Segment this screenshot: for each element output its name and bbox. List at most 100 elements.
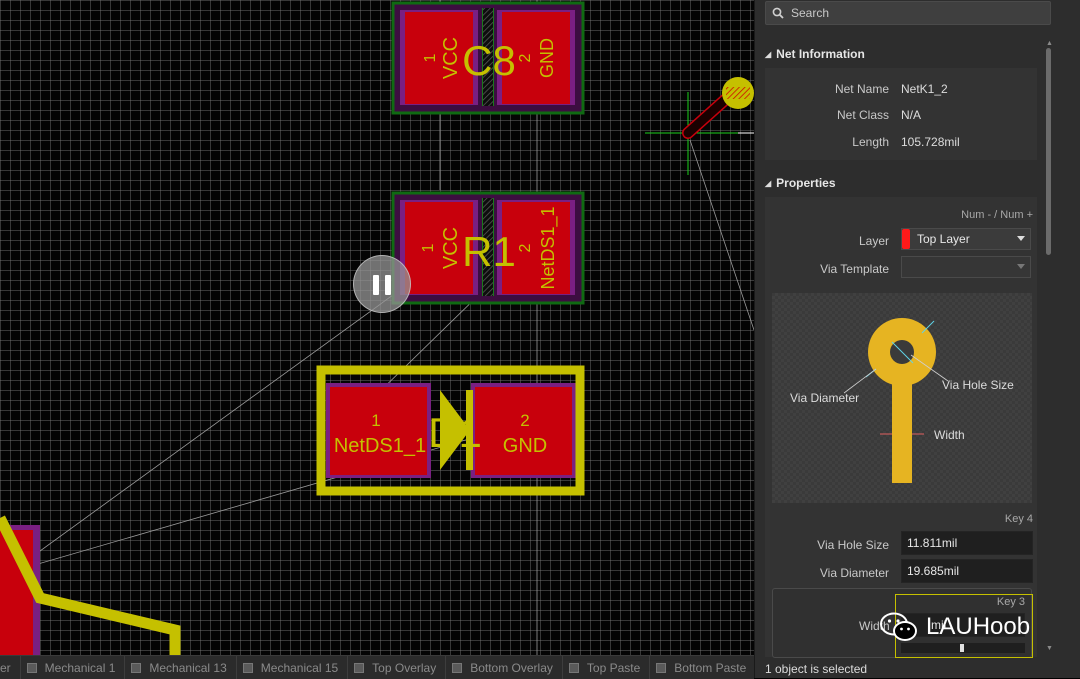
properties-body: Num - / Num + Layer Top Layer Via Templa…	[765, 197, 1037, 658]
designator-r1: R1	[462, 228, 516, 275]
layer-tab-label: Mechanical 13	[149, 660, 227, 675]
status-text: 1 object is selected	[765, 662, 868, 676]
layer-tab-top-paste[interactable]: Top Paste	[563, 656, 651, 679]
via-hole-size-value: 11.811mil	[907, 536, 958, 550]
via-template-dropdown[interactable]	[901, 256, 1031, 278]
via-template-label: Via Template	[820, 262, 889, 276]
layer-color-swatch	[452, 662, 463, 673]
layer-tabs: er Mechanical 1 Mechanical 13 Mechanical…	[0, 655, 754, 679]
key4-hint: Key 4	[1004, 513, 1033, 525]
scroll-up-icon[interactable]: ▲	[1046, 40, 1053, 47]
pause-icon	[385, 275, 391, 295]
layer-tab[interactable]: er	[0, 656, 21, 679]
component-ds1: D1 1 NetDS1_1 2 GND	[316, 365, 585, 496]
component-c8: C8 1 VCC 2 GND	[391, 1, 585, 115]
layer-tab-mechanical-15[interactable]: Mechanical 15	[237, 656, 349, 679]
layer-tab-bottom-paste[interactable]: Bottom Paste	[650, 656, 754, 679]
section-title: Net Information	[776, 47, 865, 61]
net-information-body: Net Name NetK1_2 Net Class N/A Length 10…	[765, 68, 1037, 160]
layer-label: Layer	[858, 234, 889, 248]
layer-color-swatch	[26, 662, 37, 673]
via-hole-size-label: Via Hole Size	[817, 538, 889, 552]
ratsnest-line	[689, 139, 754, 331]
layer-tab-mechanical-13[interactable]: Mechanical 13	[125, 656, 237, 679]
panel-scrollbar[interactable]: ▲ ▼	[1045, 40, 1053, 655]
layer-value: Top Layer	[917, 232, 970, 246]
pin-num: 2	[517, 243, 534, 252]
length-value: 105.728mil	[901, 135, 960, 149]
pin-num: 2	[517, 53, 534, 62]
key3-hint: Key 3	[996, 596, 1025, 608]
properties-header[interactable]: ◢ Properties	[765, 176, 836, 190]
via-hole-size-input[interactable]: 11.811mil	[901, 531, 1033, 555]
pin-net: VCC	[440, 227, 462, 269]
search-placeholder: Search	[791, 6, 830, 20]
pin-num: 1	[420, 243, 437, 252]
layer-color-swatch	[131, 662, 142, 673]
pin-net: NetDS1_1	[538, 206, 559, 289]
scroll-down-icon[interactable]: ▼	[1046, 645, 1053, 652]
watermark-text: LAUHoob	[926, 613, 1031, 640]
pause-icon	[373, 275, 379, 295]
layer-tab-label: Top Overlay	[372, 660, 437, 675]
pad-ds1-2	[475, 387, 572, 475]
properties-panel: Search ◢ Net Information Net Name NetK1_…	[754, 0, 1080, 678]
wechat-icon	[880, 612, 917, 641]
pause-button[interactable]	[353, 255, 411, 313]
net-information-header[interactable]: ◢ Net Information	[765, 47, 865, 61]
pin-net: NetDS1_1	[334, 435, 426, 457]
pcb-drawing: C8 1 VCC 2 GND R1 1 VCC 2 NetDS1_1 D1 1 …	[0, 0, 754, 655]
designator-ds1: D1	[428, 409, 482, 456]
layer-tab-bottom-overlay[interactable]: Bottom Overlay	[446, 656, 563, 679]
slider-handle[interactable]	[960, 644, 964, 652]
layer-color-swatch	[568, 662, 579, 673]
layer-tab-label: Mechanical 1	[44, 660, 116, 675]
pcb-canvas[interactable]: C8 1 VCC 2 GND R1 1 VCC 2 NetDS1_1 D1 1 …	[0, 0, 754, 655]
num-hint: Num - / Num +	[961, 209, 1033, 221]
via-diameter-value: 19.685mil	[907, 564, 960, 578]
layer-tab-label: Top Paste	[586, 660, 641, 675]
layer-tab-top-overlay[interactable]: Top Overlay	[348, 656, 447, 679]
collapse-triangle-icon: ◢	[765, 178, 772, 188]
net-class-label: Net Class	[836, 108, 889, 122]
via-hole-caption: Via Hole Size	[942, 378, 1014, 392]
net-name-label: Net Name	[834, 82, 889, 96]
via-diagram: Via Diameter Via Hole Size Width	[772, 293, 1032, 503]
layer-tab-label: Mechanical 15	[260, 660, 339, 675]
layer-tab-label: Bottom Overlay	[470, 660, 553, 675]
layer-dropdown[interactable]: Top Layer	[901, 228, 1031, 250]
selected-via	[645, 77, 754, 175]
search-icon	[772, 7, 784, 19]
chevron-down-icon	[1017, 236, 1025, 241]
layer-tab-mechanical-1[interactable]: Mechanical 1	[21, 656, 126, 679]
via-diameter-label: Via Diameter	[819, 566, 889, 580]
net-class-value: N/A	[901, 108, 922, 122]
layer-tab-label: er	[0, 660, 11, 675]
pin-num: 1	[371, 411, 380, 430]
width-caption: Width	[934, 428, 965, 442]
layer-tab-label: Bottom Paste	[674, 660, 747, 675]
scroll-thumb[interactable]	[1046, 48, 1051, 255]
component-r1: R1 1 VCC 2 NetDS1_1	[391, 191, 585, 305]
width-slider[interactable]	[901, 643, 1025, 653]
layer-color-swatch	[354, 662, 365, 673]
layer-color-swatch	[242, 662, 253, 673]
net-name-value: NetK1_2	[901, 82, 948, 96]
via-diameter-input[interactable]: 19.685mil	[901, 559, 1033, 583]
designator-c8: C8	[462, 37, 516, 84]
pin-num: 2	[520, 411, 529, 430]
pin-net: GND	[537, 38, 557, 78]
pad-ds1-1	[330, 387, 427, 475]
section-title: Properties	[776, 176, 836, 190]
via-diagram-graphic: Via Diameter Via Hole Size Width	[790, 318, 1014, 483]
layer-color-swatch	[902, 229, 910, 249]
pin-net: GND	[503, 435, 547, 457]
search-input[interactable]: Search	[765, 1, 1051, 25]
collapse-triangle-icon: ◢	[765, 49, 772, 59]
layer-color-swatch	[656, 662, 667, 673]
length-label: Length	[852, 135, 889, 149]
component-partial	[0, 515, 181, 655]
chevron-down-icon	[1017, 264, 1025, 269]
watermark: LAUHoob	[880, 612, 1030, 642]
pin-net: VCC	[440, 37, 462, 79]
